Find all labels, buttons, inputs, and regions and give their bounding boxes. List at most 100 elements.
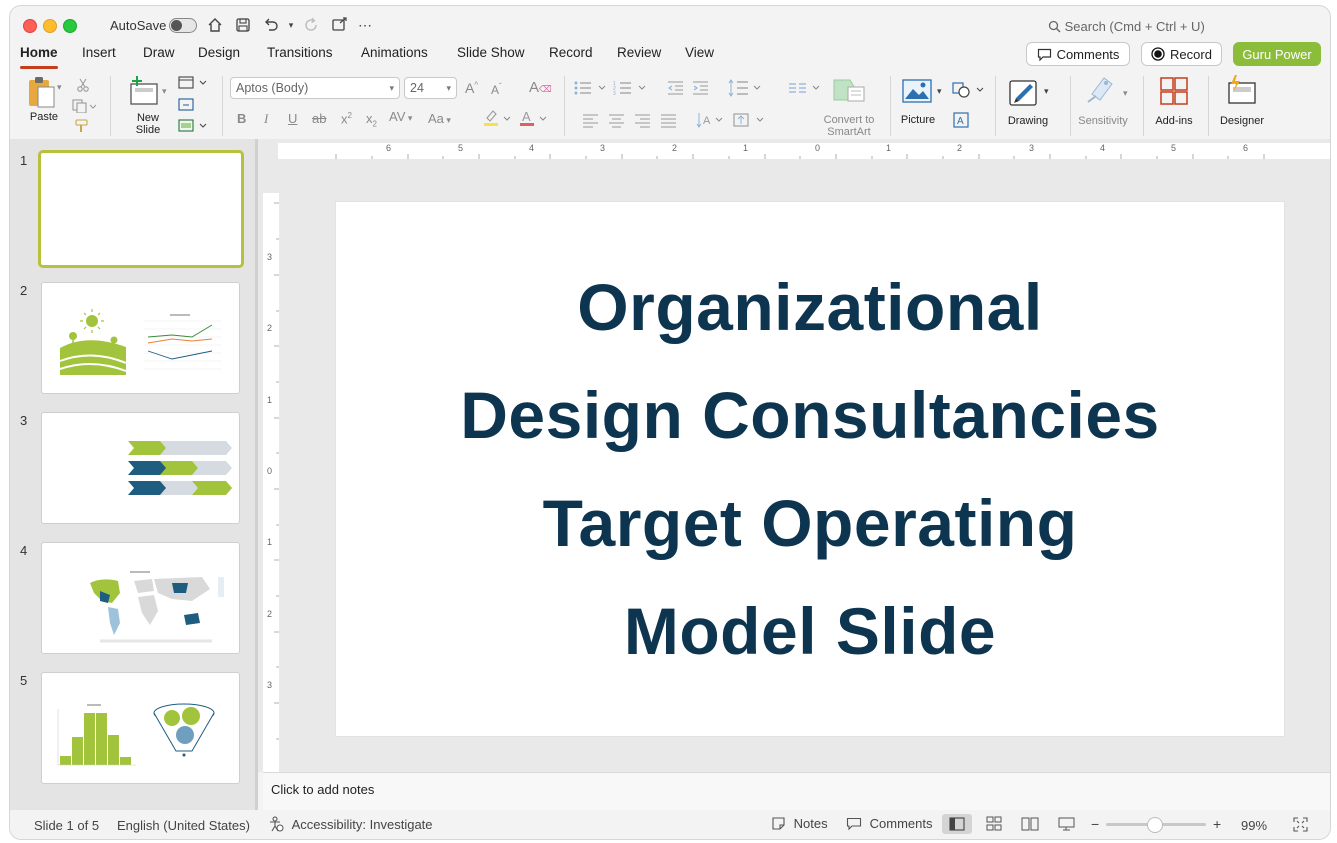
highlight-icon[interactable]: [482, 109, 512, 127]
vertical-ruler[interactable]: 3 2 1 0 1 2 3: [263, 193, 279, 773]
search-box[interactable]: Search (Cmd + Ctrl + U): [1048, 19, 1205, 34]
columns-icon[interactable]: [787, 80, 823, 96]
slide-thumbnail-3[interactable]: [41, 412, 240, 524]
italic-icon[interactable]: I: [264, 111, 268, 127]
new-slide-button[interactable]: New Slide: [126, 74, 170, 136]
tab-design[interactable]: Design: [198, 45, 240, 60]
clear-formatting-icon[interactable]: A⌫: [529, 79, 552, 96]
slide-canvas[interactable]: Organizational Design Consultancies Targ…: [336, 202, 1284, 736]
slide-title-line-3[interactable]: Target Operating: [543, 469, 1078, 577]
drawing-label: Drawing: [1007, 115, 1049, 127]
sensitivity-button[interactable]: ▾ Sensitivity: [1074, 74, 1132, 128]
slide-thumbnail-5[interactable]: [41, 672, 240, 784]
change-case-icon[interactable]: Aa ▾: [428, 111, 451, 126]
numbering-icon[interactable]: 123: [613, 80, 649, 97]
reading-view-button[interactable]: [1021, 816, 1039, 832]
autosave-toggle[interactable]: [169, 18, 197, 33]
present-icon[interactable]: [330, 16, 348, 34]
increase-font-size-icon[interactable]: A^: [465, 80, 478, 96]
zoom-in-icon[interactable]: +: [1213, 816, 1221, 832]
more-options-icon[interactable]: ⋯: [356, 16, 374, 34]
line-spacing-icon[interactable]: [728, 79, 764, 97]
comments-button[interactable]: Comments: [1026, 42, 1130, 66]
superscript-icon[interactable]: x2: [341, 111, 352, 126]
character-spacing-icon[interactable]: AV ▾: [389, 109, 412, 124]
subscript-icon[interactable]: x2: [366, 111, 377, 129]
comments-toggle-button[interactable]: Comments: [846, 816, 932, 834]
tab-insert[interactable]: Insert: [82, 45, 116, 60]
font-name-dropdown[interactable]: Aptos (Body) ▾: [230, 77, 400, 99]
horizontal-ruler[interactable]: 6 5 4 3 2 1 0 1 2 3 4 5 6: [278, 143, 1330, 159]
slide-thumbnail-1[interactable]: [38, 150, 244, 268]
copy-icon[interactable]: [72, 99, 97, 114]
zoom-window-button[interactable]: [63, 19, 77, 33]
zoom-level[interactable]: 99%: [1241, 818, 1267, 833]
tab-draw[interactable]: Draw: [143, 45, 175, 60]
slide-thumbnail-4[interactable]: [41, 542, 240, 654]
format-painter-icon[interactable]: [74, 119, 90, 133]
tab-home[interactable]: Home: [20, 45, 58, 60]
font-color-icon[interactable]: A: [518, 109, 548, 127]
bullets-icon[interactable]: [573, 80, 609, 96]
close-window-button[interactable]: [23, 19, 37, 33]
notes-pane[interactable]: Click to add notes: [263, 772, 1330, 810]
normal-view-icon: [949, 817, 965, 831]
record-button[interactable]: Record: [1141, 42, 1222, 66]
designer-button[interactable]: Designer: [1213, 74, 1271, 128]
zoom-out-icon[interactable]: −: [1091, 816, 1099, 832]
normal-view-button[interactable]: [942, 814, 972, 834]
sensitivity-icon: [1087, 77, 1113, 103]
undo-icon[interactable]: [262, 16, 280, 34]
tab-view[interactable]: View: [685, 45, 714, 60]
new-slide-dropdown-icon[interactable]: ▾: [162, 86, 167, 97]
bold-icon[interactable]: B: [237, 111, 246, 126]
picture-button[interactable]: Picture: [898, 74, 946, 126]
decrease-font-size-icon[interactable]: Aˇ: [491, 82, 502, 97]
save-icon[interactable]: [234, 16, 252, 34]
tab-slide-show[interactable]: Slide Show: [457, 45, 525, 60]
accessibility-status[interactable]: Accessibility: Investigate: [268, 816, 433, 834]
tab-record[interactable]: Record: [549, 45, 593, 60]
minimize-window-button[interactable]: [43, 19, 57, 33]
text-box-icon[interactable]: A: [952, 111, 970, 129]
align-text-icon[interactable]: [732, 111, 768, 129]
justify-icon[interactable]: [660, 113, 678, 129]
picture-dropdown-icon[interactable]: ▾: [937, 86, 942, 97]
slide-title-line-1[interactable]: Organizational: [577, 253, 1042, 361]
text-direction-icon[interactable]: A: [696, 111, 726, 129]
slide-title-line-2[interactable]: Design Consultancies: [460, 361, 1160, 469]
section-icon[interactable]: [178, 119, 208, 133]
underline-icon[interactable]: U: [288, 111, 297, 126]
align-left-icon[interactable]: [582, 113, 600, 129]
font-size-dropdown[interactable]: 24 ▾: [404, 77, 457, 99]
undo-dropdown-icon[interactable]: ▾: [282, 16, 300, 34]
align-right-icon[interactable]: [634, 113, 652, 129]
notes-toggle-button[interactable]: Notes: [771, 816, 828, 834]
thumbnail-pane[interactable]: 1 2 3 4 5: [10, 139, 258, 810]
tab-review[interactable]: Review: [617, 45, 661, 60]
language-status[interactable]: English (United States): [117, 818, 250, 833]
slide-sorter-view-button[interactable]: [986, 816, 1004, 832]
slide-title-line-4[interactable]: Model Slide: [624, 577, 996, 685]
decrease-indent-icon[interactable]: [667, 80, 685, 96]
slide-show-view-button[interactable]: [1058, 816, 1076, 832]
home-icon[interactable]: [206, 16, 224, 34]
convert-to-smartart-button[interactable]: Convert to SmartArt: [822, 74, 876, 138]
shapes-icon[interactable]: [951, 81, 985, 99]
increase-indent-icon[interactable]: [692, 80, 710, 96]
reset-icon[interactable]: [178, 98, 196, 112]
layout-icon[interactable]: [178, 76, 208, 90]
tab-animations[interactable]: Animations: [361, 45, 428, 60]
fit-to-window-button[interactable]: [1293, 817, 1308, 832]
add-ins-button[interactable]: Add-ins: [1150, 74, 1198, 128]
cut-icon[interactable]: [76, 78, 90, 92]
paste-dropdown-icon[interactable]: ▾: [57, 82, 62, 93]
tab-transitions[interactable]: Transitions: [267, 45, 333, 60]
drawing-button[interactable]: ▾ Drawing: [1002, 74, 1058, 128]
slide-thumbnail-2[interactable]: [41, 282, 240, 394]
align-center-icon[interactable]: [608, 113, 626, 129]
guru-power-button[interactable]: Guru Power: [1233, 42, 1321, 66]
zoom-slider-thumb[interactable]: [1147, 817, 1163, 833]
redo-icon[interactable]: [302, 16, 320, 34]
strikethrough-icon[interactable]: ab: [312, 111, 326, 126]
